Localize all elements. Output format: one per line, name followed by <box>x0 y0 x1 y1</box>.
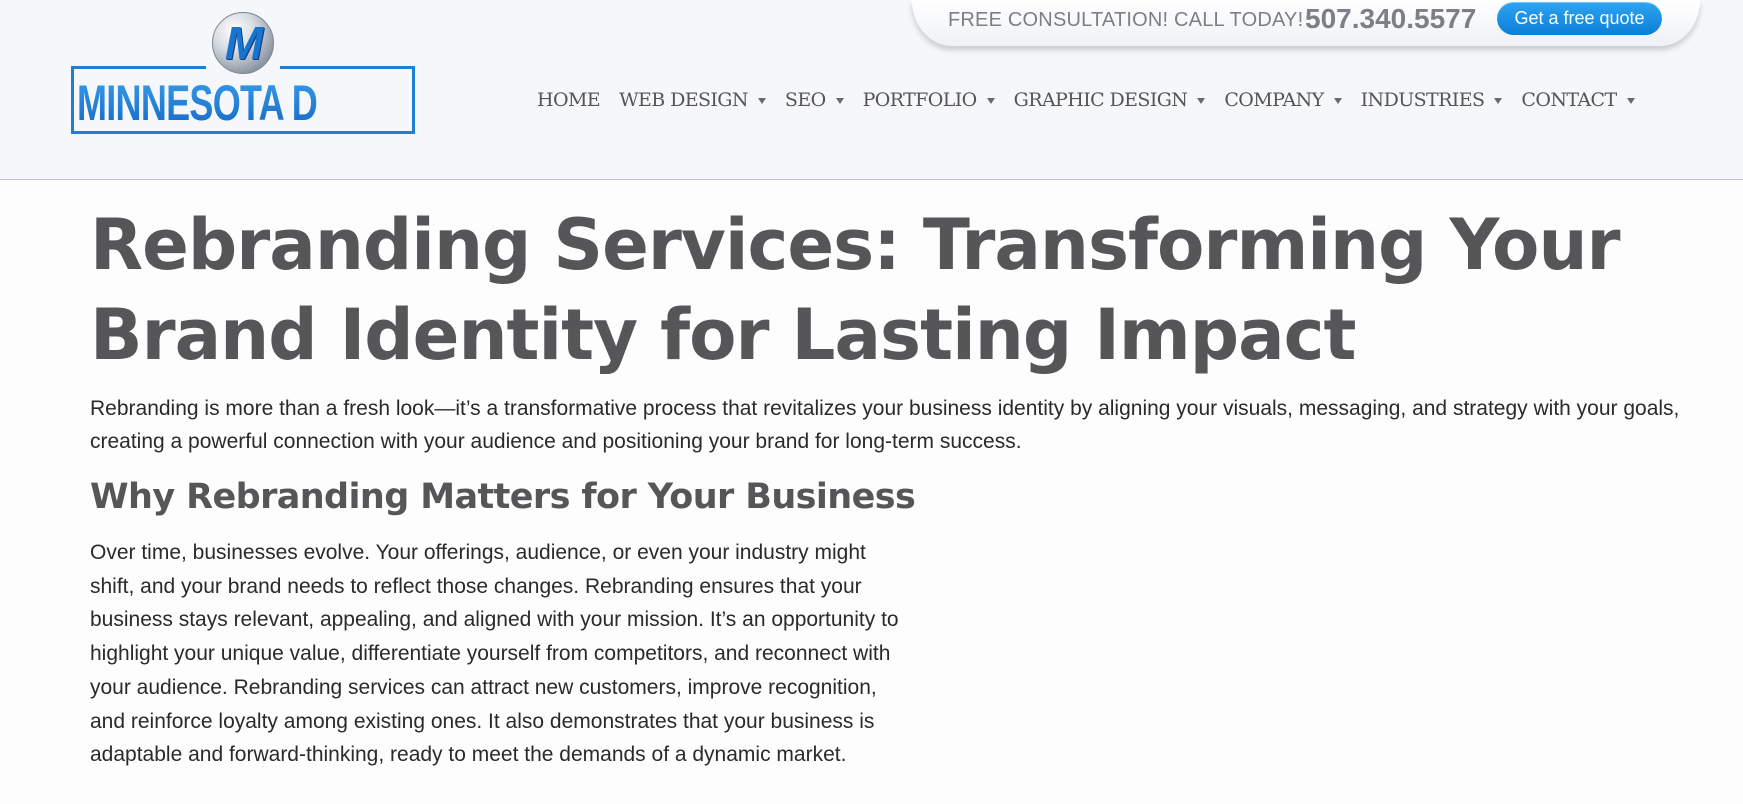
nav-item-portfolio[interactable]: PORTFOLIO <box>863 89 995 111</box>
section-heading: Why Rebranding Matters for Your Business <box>90 477 916 517</box>
page-title-line-2: Brand Identity for Lasting Impact <box>90 294 1357 376</box>
consultation-text: FREE CONSULTATION! CALL TODAY! <box>948 9 1304 31</box>
nav-item-seo[interactable]: SEO <box>785 89 844 111</box>
nav-item-web-design[interactable]: WEB DESIGN <box>619 89 766 111</box>
nav-item-label: PORTFOLIO <box>862 89 978 111</box>
logo-text: MINNESOTA DESIGN <box>77 72 415 134</box>
page-title-line-1: Rebranding Services: Transforming Your <box>90 204 1621 286</box>
nav-item-contact[interactable]: CONTACT <box>1521 89 1635 111</box>
nav-item-label: SEO <box>784 89 826 111</box>
caret-down-icon <box>986 98 995 104</box>
nav-item-graphic-design[interactable]: GRAPHIC DESIGN <box>1014 89 1206 111</box>
site-header: MINNESOTA DESIGN M FREE CONSULTATION! CA… <box>0 0 1743 180</box>
caret-down-icon <box>757 98 766 104</box>
caret-down-icon <box>1333 98 1342 104</box>
consultation-bar: FREE CONSULTATION! CALL TODAY! 507.340.5… <box>912 0 1700 46</box>
nav-item-label: INDUSTRIES <box>1360 89 1485 111</box>
intro-paragraph: Rebranding is more than a fresh look—it’… <box>90 397 1680 453</box>
nav-item-label: CONTACT <box>1521 89 1617 111</box>
nav-item-label: WEB DESIGN <box>619 89 748 111</box>
nav-item-label: COMPANY <box>1224 89 1324 111</box>
page-title: Rebranding Services: Transforming Your B… <box>90 200 1666 380</box>
main-nav: HOME WEB DESIGN SEO PORTFOLIO GRAPHIC DE… <box>537 86 1635 114</box>
logo-badge-letter: M <box>224 17 264 69</box>
caret-down-icon <box>835 98 844 104</box>
get-quote-button[interactable]: Get a free quote <box>1497 2 1662 35</box>
nav-item-industries[interactable]: INDUSTRIES <box>1361 89 1503 111</box>
caret-down-icon <box>1197 98 1206 104</box>
caret-down-icon <box>1494 98 1503 104</box>
nav-item-home[interactable]: HOME <box>537 89 601 111</box>
logo-badge-icon: M <box>212 12 274 74</box>
phone-number[interactable]: 507.340.5577 <box>1305 3 1476 35</box>
caret-down-icon <box>1626 98 1635 104</box>
nav-item-company[interactable]: COMPANY <box>1224 89 1342 111</box>
section-body-paragraph: Over time, businesses evolve. Your offer… <box>90 541 899 767</box>
main-content: Rebranding Services: Transforming Your B… <box>90 200 1690 766</box>
nav-item-label: HOME <box>537 89 601 111</box>
nav-item-label: GRAPHIC DESIGN <box>1013 89 1188 111</box>
site-logo[interactable]: MINNESOTA DESIGN M <box>71 12 415 134</box>
